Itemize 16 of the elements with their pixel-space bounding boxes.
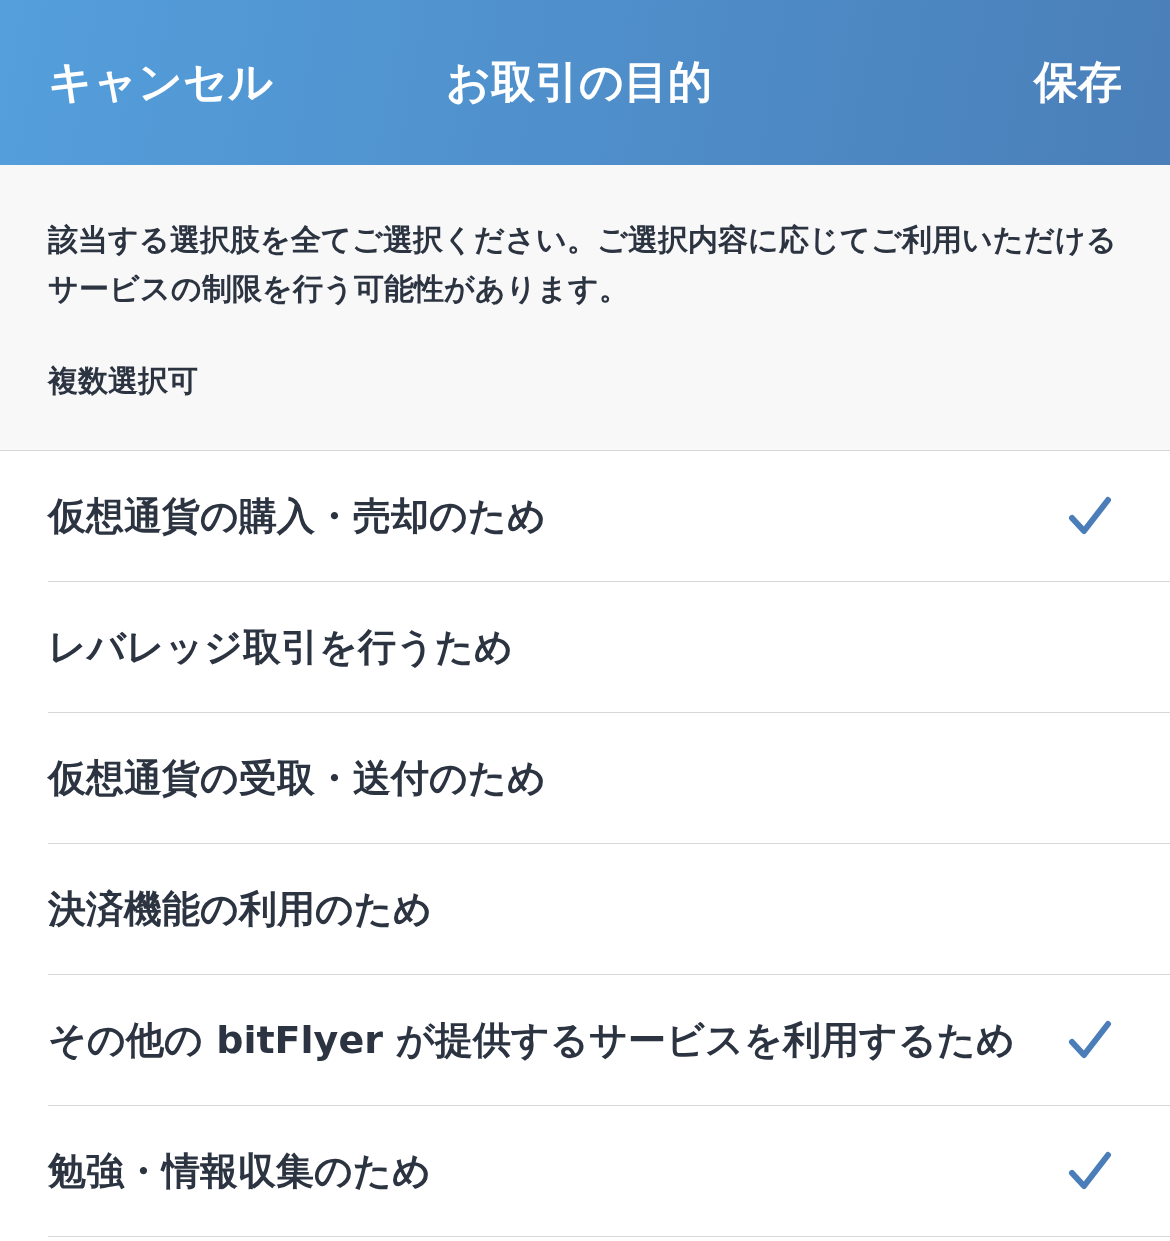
option-label: 勉強・情報収集のため: [48, 1148, 431, 1195]
screen-title: お取引の目的: [445, 55, 712, 109]
option-label: その他の bitFlyer が提供するサービスを利用するため: [48, 1017, 1016, 1064]
note-text: 複数選択可: [48, 362, 199, 400]
option-row[interactable]: 仮想通貨の購入・売却のため: [48, 451, 1170, 582]
option-row[interactable]: 仮想通貨の受取・送付のため: [48, 713, 1170, 844]
description-text: 該当する選択肢を全てご選択ください。ご選択内容に応じてご利用いただけるサービスの制限を行う可能性があります。: [48, 221, 1118, 308]
option-label: 仮想通貨の購入・売却のため: [48, 493, 546, 540]
save-button[interactable]: 保存: [1034, 53, 1122, 112]
option-label: 決済機能の利用のため: [48, 886, 432, 933]
option-row[interactable]: 勉強・情報収集のため: [48, 1106, 1170, 1237]
option-row[interactable]: レバレッジ取引を行うため: [48, 582, 1170, 713]
option-label: レバレッジ取引を行うため: [48, 624, 513, 671]
option-row[interactable]: その他の bitFlyer が提供するサービスを利用するため: [48, 975, 1170, 1106]
option-label: 仮想通貨の受取・送付のため: [48, 755, 546, 802]
option-row[interactable]: 決済機能の利用のため: [48, 844, 1170, 975]
